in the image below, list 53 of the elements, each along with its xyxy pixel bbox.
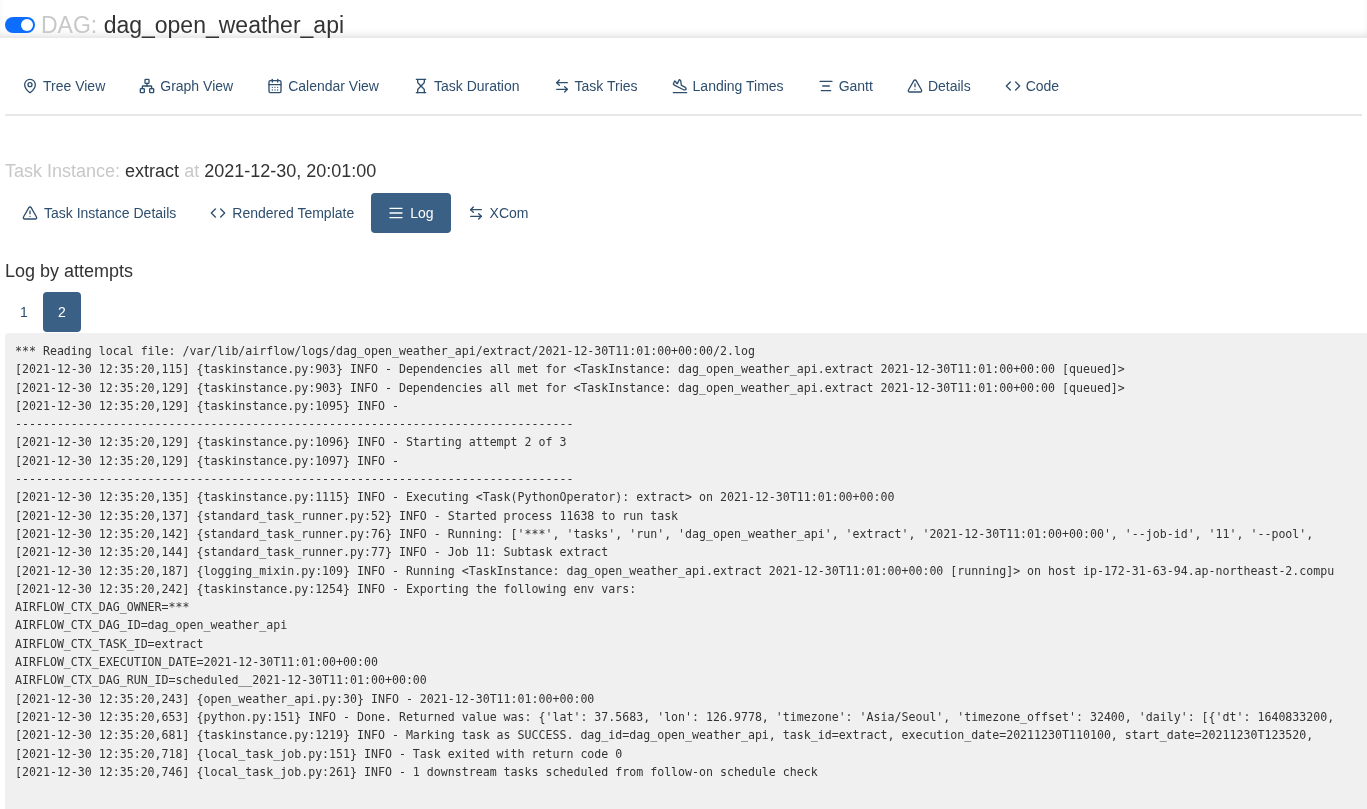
view-link[interactable]: Details bbox=[889, 78, 988, 94]
log-line: AIRFLOW_CTX_DAG_RUN_ID=scheduled__2021-12-30T11:01:00+00:00 bbox=[15, 672, 427, 690]
log-line: *** Reading local file: /var/lib/airflow/logs/dag_open_weather_api/extract/2021-12-30T11:01:00+00:00/2.log bbox=[15, 343, 755, 360]
calendar-icon bbox=[267, 78, 284, 94]
tab[interactable]: Rendered Template bbox=[193, 193, 372, 233]
log-line: AIRFLOW_CTX_DAG_OWNER=*** bbox=[15, 599, 190, 617]
log-line: [2021-12-30 12:35:20,746] {local_task_job.py:261} INFO - 1 downstream tasks scheduled from follow-on schedule check bbox=[15, 763, 818, 781]
attempt-page[interactable]: 1 bbox=[5, 292, 43, 332]
arrows-icon bbox=[553, 78, 570, 94]
view-link[interactable]: Tree View bbox=[5, 78, 123, 94]
log-line: AIRFLOW_CTX_DAG_ID=dag_open_weather_api bbox=[15, 617, 288, 635]
log-line: AIRFLOW_CTX_EXECUTION_DATE=2021-12-30T11:01:00+00:00 bbox=[15, 654, 378, 672]
log-line: -------------------------------------------------------------------------------- bbox=[15, 471, 574, 489]
dag-toggle[interactable] bbox=[5, 17, 35, 33]
gantt-icon bbox=[817, 78, 834, 94]
view-link[interactable]: Graph View bbox=[122, 78, 251, 94]
log-line: [2021-12-30 12:35:20,243] {open_weather_api.py:30} INFO - 2021-12-30T11:01:00+00:00 bbox=[15, 690, 595, 708]
graph-icon bbox=[139, 78, 156, 94]
view-link[interactable]: Landing Times bbox=[654, 78, 801, 94]
tab[interactable]: Task Instance Details bbox=[5, 193, 194, 233]
log-line: [2021-12-30 12:35:20,718] {local_task_job.py:151} INFO - Task exited with return code 0 bbox=[15, 745, 623, 763]
log-line: [2021-12-30 12:35:20,187] {logging_mixin.py:109} INFO - Running <TaskInstance: dag_open_weather_api.extract 2021-12-30T11:01:00+00:00 [running]> on host ip-172-31-63-94.ap-northeast-2.compu bbox=[15, 562, 1335, 580]
log-line: [2021-12-30 12:35:20,653] {python.py:151} INFO - Done. Returned value was: {'lat': 37.5683, 'lon': 126.9778, 'timezone': 'Asia/Seoul', 'timezone_offset': 32400, 'daily': [{'dt': 1640833200, bbox=[15, 708, 1335, 726]
warning-icon bbox=[22, 205, 38, 221]
view-link[interactable]: Calendar View bbox=[250, 78, 396, 94]
log-line: [2021-12-30 12:35:20,129] {taskinstance.py:1097} INFO - bbox=[15, 452, 399, 470]
plane-landing-icon bbox=[671, 78, 688, 94]
code-icon bbox=[210, 205, 227, 221]
log-line: [2021-12-30 12:35:20,144] {standard_task_runner.py:77} INFO - Job 11: Subtask extract bbox=[15, 544, 609, 562]
view-link[interactable]: Task Duration bbox=[395, 78, 537, 94]
tab[interactable]: Log bbox=[371, 193, 451, 233]
log-line: [2021-12-30 12:35:20,115] {taskinstance.py:903} INFO - Dependencies all met for <TaskInstance: dag_open_weather_api.extract 2021-12-30T11:01:00+00:00 [queued]> bbox=[15, 361, 1125, 379]
log-line: [2021-12-30 12:35:20,135] {taskinstance.py:1115} INFO - Executing <Task(PythonOperator): extract> on 2021-12-30T11:01:00+00:00 bbox=[15, 489, 895, 507]
code-icon bbox=[1004, 78, 1021, 94]
log-line: [2021-12-30 12:35:20,242] {taskinstance.py:1254} INFO - Exporting the following env vars: bbox=[15, 580, 637, 598]
view-link[interactable]: Code bbox=[987, 78, 1077, 94]
pin-icon bbox=[22, 78, 38, 94]
log-line: AIRFLOW_CTX_TASK_ID=extract bbox=[15, 635, 204, 653]
list-icon bbox=[388, 205, 405, 221]
view-link[interactable]: Task Tries bbox=[536, 78, 655, 94]
log-line: [2021-12-30 12:35:20,681] {taskinstance.py:1219} INFO - Marking task as SUCCESS. dag_id=dag_open_weather_api, task_id=extract, execution_date=20211230T110100, start_date=20211230T123520, bbox=[15, 727, 1314, 745]
log-heading: Log by attempts bbox=[5, 261, 135, 282]
log-line: [2021-12-30 12:35:20,142] {standard_task_runner.py:76} INFO - Running: ['***', 'tasks', 'run', 'dag_open_weather_api', 'extract', '2021-12-30T11:01:00+00:00', '--job-id', '11', '--pool', bbox=[15, 525, 1314, 543]
log-line: [2021-12-30 12:35:20,129] {taskinstance.py:1096} INFO - Starting attempt 2 of 3 bbox=[15, 434, 567, 452]
tab[interactable]: XCom bbox=[450, 193, 546, 233]
log-line: [2021-12-30 12:35:20,129] {taskinstance.py:903} INFO - Dependencies all met for <TaskInstance: dag_open_weather_api.extract 2021-12-30T11:01:00+00:00 [queued]> bbox=[15, 379, 1125, 397]
log-line: [2021-12-30 12:35:20,137] {standard_task_runner.py:52} INFO - Started process 11638 to run task bbox=[15, 507, 679, 525]
log-line: -------------------------------------------------------------------------------- bbox=[15, 416, 574, 434]
warning-icon bbox=[906, 78, 923, 94]
view-link[interactable]: Gantt bbox=[800, 78, 890, 94]
attempt-page[interactable]: 2 bbox=[43, 292, 81, 332]
log-line: [2021-12-30 12:35:20,129] {taskinstance.py:1095} INFO - bbox=[15, 397, 399, 415]
arrows-icon bbox=[467, 205, 484, 221]
